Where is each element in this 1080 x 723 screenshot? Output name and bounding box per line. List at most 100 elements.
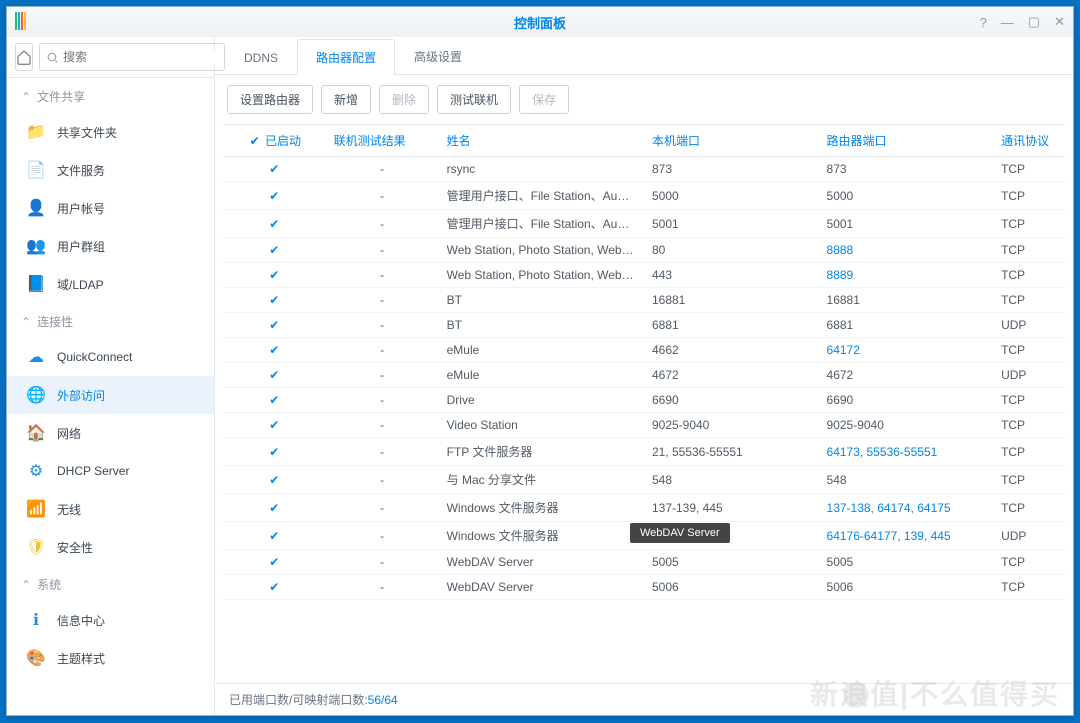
cell-routerport: 873 (819, 157, 994, 182)
cell-localport: 5000 (644, 182, 819, 210)
minimize-icon[interactable]: — (1001, 15, 1014, 30)
sidebar-item[interactable]: 📄文件服务 (7, 151, 214, 189)
col-protocol[interactable]: 通讯协议 (993, 125, 1065, 157)
nav-label: DHCP Server (57, 464, 129, 478)
col-name[interactable]: 姓名 (439, 125, 644, 157)
cell-routerport: 548 (819, 466, 994, 494)
app-logo-icon (15, 12, 39, 30)
nav-icon: 🌐 (25, 384, 47, 406)
cell-localport: 5006 (644, 575, 819, 600)
sidebar-item[interactable]: ℹ信息中心 (7, 601, 214, 639)
test-connection-button[interactable]: 测试联机 (437, 85, 511, 114)
enabled-check-icon[interactable]: ✔ (267, 418, 281, 432)
col-testresult[interactable]: 联机测试结果 (326, 125, 439, 157)
cell-routerport: 9025-9040 (819, 413, 994, 438)
nav-icon: 📶 (25, 498, 47, 520)
sidebar-item[interactable]: 📘域/LDAP (7, 265, 214, 303)
table-row[interactable]: ✔-Windows 文件服务器137-139, 445137-138, 6417… (223, 494, 1065, 522)
search-input[interactable] (63, 50, 218, 64)
table-row[interactable]: ✔-Video Station9025-90409025-9040TCP (223, 413, 1065, 438)
table-row[interactable]: ✔-eMule466264172TCP (223, 338, 1065, 363)
maximize-icon[interactable]: ▢ (1028, 14, 1040, 30)
cell-localport: 5001 (644, 210, 819, 238)
cell-test: - (326, 313, 439, 338)
sidebar-item[interactable]: 📶无线 (7, 490, 214, 528)
col-enabled[interactable]: ✔ 已启动 (223, 125, 326, 157)
table-row[interactable]: ✔-Drive66906690TCP (223, 388, 1065, 413)
sidebar-item[interactable]: 🌐外部访问 (7, 376, 214, 414)
cell-test: - (326, 288, 439, 313)
sidebar-item[interactable]: 🛡安全性 (7, 528, 214, 566)
enabled-check-icon[interactable]: ✔ (267, 555, 281, 569)
enabled-check-icon[interactable]: ✔ (267, 343, 281, 357)
group-header[interactable]: ⌃连接性 (7, 303, 214, 338)
setup-router-button[interactable]: 设置路由器 (227, 85, 313, 114)
enabled-check-icon[interactable]: ✔ (267, 445, 281, 459)
group-header[interactable]: ⌃文件共享 (7, 78, 214, 113)
table-row[interactable]: ✔-BT68816881UDP (223, 313, 1065, 338)
sidebar-item[interactable]: 👤用户帐号 (7, 189, 214, 227)
table-row[interactable]: ✔-eMule46724672UDP (223, 363, 1065, 388)
sidebar-item[interactable]: 🎨主题样式 (7, 639, 214, 677)
cell-localport: 4662 (644, 338, 819, 363)
table-row[interactable]: ✔-BT1688116881TCP (223, 288, 1065, 313)
watermark: 新浪值|不么值得买 (810, 673, 1060, 713)
table-row[interactable]: ✔-与 Mac 分享文件548548TCP (223, 466, 1065, 494)
enabled-check-icon[interactable]: ✔ (267, 501, 281, 515)
enabled-check-icon[interactable]: ✔ (267, 580, 281, 594)
save-button[interactable]: 保存 (519, 85, 569, 114)
col-routerport[interactable]: 路由器端口 (819, 125, 994, 157)
enabled-check-icon[interactable]: ✔ (267, 368, 281, 382)
table-row[interactable]: ✔-管理用户接口、File Station、Audio S...50015001… (223, 210, 1065, 238)
search-icon (46, 51, 59, 64)
enabled-check-icon[interactable]: ✔ (267, 318, 281, 332)
titlebar: 控制面板 ? — ▢ ✕ (7, 7, 1073, 37)
enabled-check-icon[interactable]: ✔ (267, 529, 281, 543)
search-box[interactable] (39, 43, 225, 71)
home-button[interactable] (15, 43, 33, 71)
enabled-check-icon[interactable]: ✔ (267, 293, 281, 307)
enabled-check-icon[interactable]: ✔ (267, 393, 281, 407)
cell-localport: 9025-9040 (644, 413, 819, 438)
help-icon[interactable]: ? (980, 15, 987, 30)
nav-icon: 📘 (25, 273, 47, 295)
enabled-check-icon[interactable]: ✔ (267, 217, 281, 231)
sidebar-item[interactable]: ☁QuickConnect (7, 338, 214, 376)
enabled-check-icon[interactable]: ✔ (267, 473, 281, 487)
cell-test: - (326, 263, 439, 288)
cell-routerport: 64173, 55536-55551 (819, 438, 994, 466)
add-button[interactable]: 新增 (321, 85, 371, 114)
enabled-check-icon[interactable]: ✔ (267, 189, 281, 203)
close-icon[interactable]: ✕ (1054, 14, 1065, 30)
col-localport[interactable]: 本机端口 (644, 125, 819, 157)
table-row[interactable]: ✔-WebDAV Server50065006TCP (223, 575, 1065, 600)
nav-icon: 👤 (25, 197, 47, 219)
cell-routerport: 6881 (819, 313, 994, 338)
table-row[interactable]: ✔-Windows 文件服务器137-139, 44564176-64177, … (223, 522, 1065, 550)
table-row[interactable]: ✔-Web Station, Photo Station, Web M...80… (223, 238, 1065, 263)
tab[interactable]: 路由器配置 (297, 39, 395, 75)
table-row[interactable]: ✔-FTP 文件服务器21, 55536-5555164173, 55536-5… (223, 438, 1065, 466)
tab[interactable]: DDNS (225, 41, 297, 74)
sidebar-item[interactable]: 📁共享文件夹 (7, 113, 214, 151)
cell-routerport: 137-138, 64174, 64175 (819, 494, 994, 522)
table-row[interactable]: ✔-rsync873873TCP (223, 157, 1065, 182)
table-row[interactable]: ✔-Web Station, Photo Station, Web M...44… (223, 263, 1065, 288)
cell-name: Windows 文件服务器 (439, 522, 644, 550)
sidebar-item[interactable]: ⚙DHCP Server (7, 452, 214, 490)
enabled-check-icon[interactable]: ✔ (267, 268, 281, 282)
nav-label: 网络 (57, 425, 81, 442)
table-row[interactable]: ✔-管理用户接口、File Station、Audio S...50005000… (223, 182, 1065, 210)
tab[interactable]: 高级设置 (395, 38, 481, 74)
enabled-check-icon[interactable]: ✔ (267, 243, 281, 257)
sidebar-item[interactable]: 👥用户群组 (7, 227, 214, 265)
nav-icon: 🏠 (25, 422, 47, 444)
sidebar-item[interactable]: 🏠 网络 (7, 414, 214, 452)
enabled-check-icon[interactable]: ✔ (267, 162, 281, 176)
table-row[interactable]: ✔-WebDAV Server50055005TCP (223, 550, 1065, 575)
cell-protocol: TCP (993, 238, 1065, 263)
group-header[interactable]: ⌃系统 (7, 566, 214, 601)
cell-test: - (326, 550, 439, 575)
cell-routerport: 5006 (819, 575, 994, 600)
delete-button[interactable]: 删除 (379, 85, 429, 114)
